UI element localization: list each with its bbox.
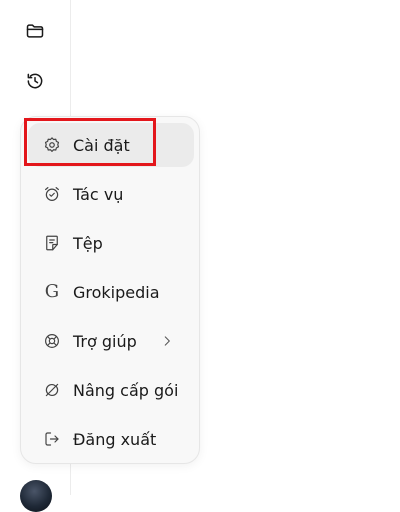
- menu-item-label: Tác vụ: [73, 184, 124, 204]
- menu-item-label: Tệp: [73, 233, 103, 253]
- folder-icon[interactable]: [23, 19, 47, 43]
- menu-item-files[interactable]: Tệp: [28, 221, 194, 265]
- menu-item-logout[interactable]: Đăng xuất: [28, 417, 194, 461]
- lifebuoy-icon: [42, 331, 62, 351]
- slashed-circle-icon: [42, 380, 62, 400]
- menu-item-tasks[interactable]: Tác vụ: [28, 172, 194, 216]
- history-icon[interactable]: [23, 69, 47, 93]
- menu-item-grokipedia[interactable]: G Grokipedia: [28, 270, 194, 314]
- file-note-icon: [42, 233, 62, 253]
- menu-item-label: Nâng cấp gói: [73, 380, 179, 400]
- logout-icon: [42, 429, 62, 449]
- menu-item-label: Đăng xuất: [73, 429, 157, 449]
- menu-item-settings[interactable]: Cài đặt: [28, 123, 194, 167]
- gear-icon: [42, 135, 62, 155]
- menu-item-label: Trợ giúp: [73, 331, 137, 351]
- menu-item-upgrade[interactable]: Nâng cấp gói: [28, 368, 194, 412]
- alarm-clock-icon: [42, 184, 62, 204]
- chevron-right-icon: [160, 333, 174, 347]
- menu-item-label: Cài đặt: [73, 135, 130, 155]
- avatar[interactable]: [20, 480, 52, 512]
- g-letter-icon: G: [44, 281, 60, 302]
- menu-item-label: Grokipedia: [73, 282, 160, 302]
- menu-item-help[interactable]: Trợ giúp: [28, 319, 194, 363]
- account-menu: Cài đặt Tác vụ Tệp G Grokipedia Trợ giúp…: [20, 116, 200, 464]
